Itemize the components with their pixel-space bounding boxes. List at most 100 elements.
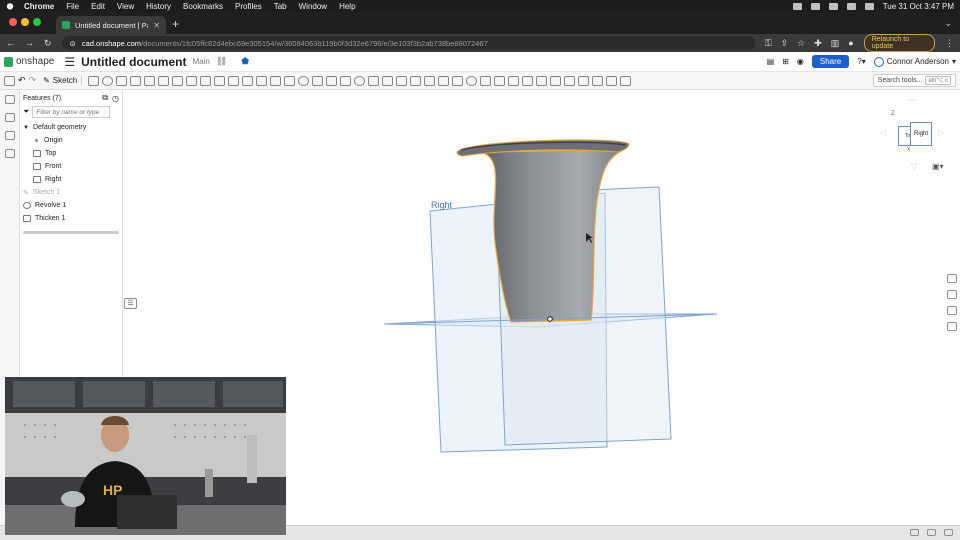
display-icon[interactable] [564, 75, 576, 86]
user-menu[interactable]: Connor Anderson ▾ [873, 56, 956, 67]
menu-profiles[interactable]: Profiles [235, 2, 262, 11]
version-graph-icon[interactable] [944, 529, 953, 536]
screen-record-icon[interactable] [792, 2, 802, 10]
frame-icon[interactable] [508, 75, 520, 86]
delete-part-icon[interactable] [340, 75, 352, 86]
appearance-panel-icon[interactable] [946, 274, 957, 283]
wifi-icon[interactable] [828, 2, 838, 10]
history-timer-icon[interactable] [4, 149, 15, 158]
key-icon[interactable]: ⚿ [765, 38, 772, 49]
control-center-icon[interactable] [864, 2, 874, 10]
feature-filter-input[interactable] [32, 106, 111, 118]
menu-app-name[interactable]: Chrome [24, 2, 54, 11]
mate-connector-icon[interactable] [424, 75, 436, 86]
onshape-logo[interactable]: onshape [4, 56, 54, 67]
properties-panel-icon[interactable] [946, 306, 957, 315]
list-toggle-icon[interactable]: ☰ [124, 298, 137, 309]
fillet-icon[interactable] [172, 75, 184, 86]
tab-close-icon[interactable]: ✕ [153, 21, 160, 30]
appearance-icon[interactable] [578, 75, 590, 86]
menu-bookmarks[interactable]: Bookmarks [183, 2, 223, 11]
feature-item-top[interactable]: Top [23, 147, 119, 160]
curve-icon[interactable] [452, 75, 464, 86]
feature-group-default-geometry[interactable]: ▼ Default geometry [23, 121, 119, 134]
render-icon[interactable] [592, 75, 604, 86]
branch-name[interactable]: Main [192, 57, 209, 66]
link-icon[interactable]: ⛓ [216, 56, 227, 67]
feature-list-toggle-icon[interactable] [4, 75, 15, 86]
section-view-icon[interactable] [522, 75, 534, 86]
transform-icon[interactable] [326, 75, 338, 86]
rotate-left-icon[interactable]: ◁ [880, 128, 886, 137]
forward-icon[interactable]: → [25, 38, 34, 48]
address-bar[interactable]: ⊜ cad.onshape.com/documents/1fc05ffc82d4… [61, 36, 755, 50]
configurations-panel-icon[interactable] [946, 322, 957, 331]
back-icon[interactable]: ← [6, 38, 15, 48]
window-minimize-icon[interactable] [21, 18, 29, 26]
linear-pattern-icon[interactable] [256, 75, 268, 86]
share-page-icon[interactable]: ⇪ [781, 38, 789, 49]
move-face-icon[interactable] [368, 75, 380, 86]
extensions-icon[interactable]: ✚ [814, 38, 822, 49]
tab-manager-icon[interactable] [927, 529, 936, 536]
feature-item-right[interactable]: Right [23, 173, 119, 186]
undo-icon[interactable]: ↶ [18, 75, 26, 86]
sheet-metal-icon[interactable] [494, 75, 506, 86]
origin-marker[interactable] [547, 316, 553, 322]
thicken-icon[interactable] [144, 75, 156, 86]
mirror-icon[interactable] [284, 75, 296, 86]
feature-item-thicken-1[interactable]: Thicken 1 [23, 212, 119, 225]
enclose-icon[interactable] [158, 75, 170, 86]
feature-list-icon[interactable] [4, 95, 15, 104]
battery-icon[interactable] [810, 2, 820, 10]
feature-item-front[interactable]: Front [23, 160, 119, 173]
help-icon[interactable]: ?▾ [857, 57, 865, 66]
circular-pattern-icon[interactable] [270, 75, 282, 86]
profile-icon[interactable]: ● [848, 38, 853, 49]
sidepanel-icon[interactable]: ▥ [831, 38, 840, 49]
menu-file[interactable]: File [66, 2, 79, 11]
menu-edit[interactable]: Edit [91, 2, 105, 11]
wrap-icon[interactable] [550, 75, 562, 86]
menu-window[interactable]: Window [299, 2, 327, 11]
rollback-timer-icon[interactable]: ◷ [112, 94, 119, 103]
search-tools-input[interactable]: Search tools... alt/⌥ c [872, 74, 956, 87]
menu-help[interactable]: Help [339, 2, 355, 11]
document-title[interactable]: Untitled document [81, 55, 186, 69]
bookmark-star-icon[interactable]: ☆ [797, 38, 805, 49]
rib-icon[interactable] [214, 75, 226, 86]
feature-item-sketch-1[interactable]: ✎ Sketch 1 [23, 186, 119, 199]
parts-panel-icon[interactable] [946, 290, 957, 299]
surface-icon[interactable] [536, 75, 548, 86]
custom-feature-icon[interactable] [620, 75, 632, 86]
chevron-down-icon[interactable]: ▼ [23, 125, 29, 131]
variable-icon[interactable] [480, 75, 492, 86]
view-options-icon[interactable]: ▣▾ [932, 162, 944, 171]
learning-icon[interactable]: ⬟ [241, 56, 249, 67]
comments-icon[interactable] [4, 131, 15, 140]
chrome-menu-icon[interactable]: ⋮ [945, 38, 954, 49]
rotate-right-icon[interactable]: ▷ [938, 128, 944, 137]
boolean-icon[interactable] [298, 75, 310, 86]
window-close-icon[interactable] [9, 18, 17, 26]
filter-icon[interactable]: ⏷ [23, 107, 29, 117]
chamfer-icon[interactable] [186, 75, 198, 86]
hole-icon[interactable] [242, 75, 254, 86]
helix-icon[interactable] [438, 75, 450, 86]
menu-tab[interactable]: Tab [274, 2, 287, 11]
site-info-icon[interactable]: ⊜ [70, 39, 76, 48]
offset-surface-icon[interactable] [396, 75, 408, 86]
draft-icon[interactable] [200, 75, 212, 86]
loft-icon[interactable] [130, 75, 142, 86]
configuration-icon[interactable] [606, 75, 618, 86]
measure-icon[interactable] [466, 75, 478, 86]
tab-search-chevron-icon[interactable]: ⌄ [944, 18, 952, 29]
insert-icon[interactable] [910, 529, 919, 536]
search-icon[interactable] [846, 2, 856, 10]
menubar-clock[interactable]: Tue 31 Oct 3:47 PM [883, 2, 954, 11]
notes-icon[interactable]: ▤ [767, 57, 775, 66]
rotate-down-icon[interactable]: ▽ [911, 162, 917, 171]
menu-view[interactable]: View [117, 2, 134, 11]
menu-history[interactable]: History [146, 2, 171, 11]
tasks-icon[interactable]: ◉ [797, 57, 804, 66]
